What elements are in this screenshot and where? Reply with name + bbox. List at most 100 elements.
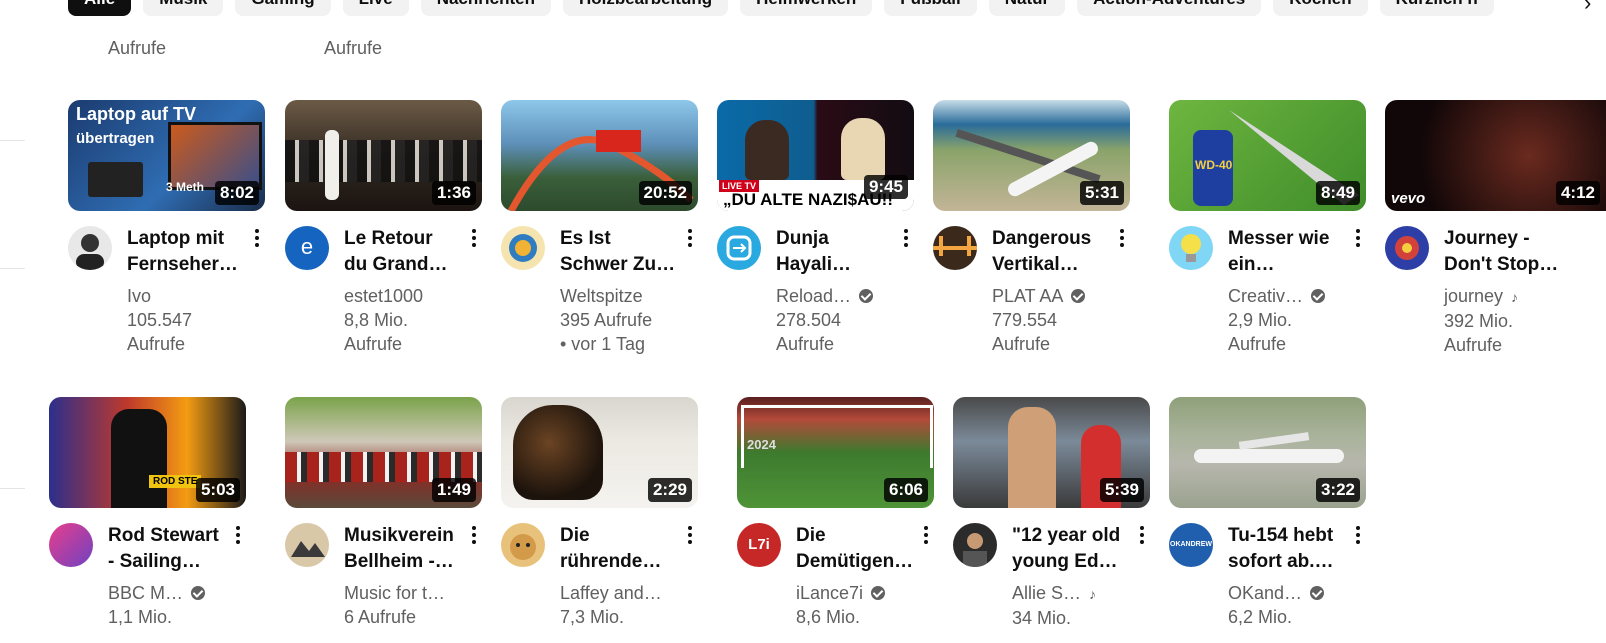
- chip-woodworking[interactable]: Holzbearbeitung: [562, 0, 729, 16]
- chip-recent[interactable]: Kürzlich h: [1379, 0, 1494, 16]
- video-card[interactable]: 2024 6:06 L7i Die Demütigen… iLance7i 8,6…: [737, 397, 934, 627]
- channel-name[interactable]: OKand…: [1228, 583, 1302, 603]
- video-title[interactable]: "12 year old young Ed…: [1012, 523, 1132, 575]
- chip-all[interactable]: Alle: [68, 0, 132, 16]
- more-actions-icon[interactable]: [234, 523, 242, 549]
- video-title[interactable]: Laptop mit Fernseher…: [127, 226, 247, 278]
- video-card[interactable]: LIVE TV „DU ALTE NAZI$AU!! 9:45 Dunja Hay…: [717, 100, 914, 354]
- video-card[interactable]: ROD STE 5:03 Rod Stewart - Sailing… BBC M…: [49, 397, 246, 627]
- channel-avatar[interactable]: [933, 226, 977, 270]
- video-title[interactable]: Dangerous Vertikal…: [992, 226, 1112, 278]
- video-title[interactable]: Die rührende…: [560, 523, 680, 575]
- channel-avatar[interactable]: OKANDREW: [1169, 523, 1213, 567]
- person-shape: [841, 118, 885, 180]
- more-actions-icon[interactable]: [686, 523, 694, 549]
- video-duration: 5:39: [1099, 478, 1144, 502]
- video-thumbnail[interactable]: 2:29: [501, 397, 698, 508]
- channel-avatar[interactable]: e: [285, 226, 329, 270]
- channel-avatar[interactable]: [285, 523, 329, 567]
- video-title[interactable]: Le Retour du Grand…: [344, 226, 464, 278]
- channel-name[interactable]: Music for t…: [344, 581, 474, 605]
- video-thumbnail[interactable]: 1:36: [285, 100, 482, 211]
- video-card[interactable]: vevo 4:12 Journey - Don't Stop… journey ♪ …: [1385, 100, 1606, 355]
- channel-name[interactable]: journey: [1444, 286, 1503, 306]
- video-card[interactable]: 1:49 Musikverein Bellheim -… Music for t……: [285, 397, 482, 627]
- more-actions-icon[interactable]: [902, 226, 910, 252]
- video-card[interactable]: 5:31 Dangerous Vertikal… PLAT AA 779.554 …: [933, 100, 1130, 354]
- channel-name[interactable]: estet1000: [344, 284, 474, 308]
- channel-avatar[interactable]: [717, 226, 761, 270]
- chip-news[interactable]: Nachrichten: [420, 0, 551, 16]
- channel-avatar[interactable]: [49, 523, 93, 567]
- channel-name[interactable]: PLAT AA: [992, 286, 1063, 306]
- video-card[interactable]: 1:36 e Le Retour du Grand… estet1000 8,8 …: [285, 100, 482, 354]
- channel-name[interactable]: Reload…: [776, 286, 851, 306]
- video-thumbnail[interactable]: 5:39: [953, 397, 1150, 508]
- video-thumbnail[interactable]: ROD STE 5:03: [49, 397, 246, 508]
- video-thumbnail[interactable]: 2024 6:06: [737, 397, 934, 508]
- chip-live[interactable]: Live: [342, 0, 409, 16]
- video-card[interactable]: 20:52 Es Ist Schwer Zu… Weltspitze 395 Au…: [501, 100, 698, 354]
- video-thumbnail[interactable]: 1:49: [285, 397, 482, 508]
- chevron-right-icon[interactable]: ›: [1584, 0, 1591, 16]
- video-card[interactable]: Laptop auf TV übertragen 3 Meth 8:02 Lap…: [68, 100, 265, 354]
- video-thumbnail[interactable]: WD-40 8:49: [1169, 100, 1366, 211]
- video-thumbnail[interactable]: LIVE TV „DU ALTE NAZI$AU!! 9:45: [717, 100, 914, 211]
- video-card[interactable]: 3:22 OKANDREW Tu-154 hebt sofort ab.… OKa…: [1169, 397, 1366, 627]
- channel-name[interactable]: Laffey and…: [560, 581, 690, 605]
- video-title[interactable]: Es Ist Schwer Zu…: [560, 226, 680, 278]
- more-actions-icon[interactable]: [470, 523, 478, 549]
- channel-name[interactable]: iLance7i: [796, 583, 863, 603]
- more-actions-icon[interactable]: [470, 226, 478, 252]
- video-title[interactable]: Tu-154 hebt sofort ab.…: [1228, 523, 1348, 575]
- chip-cooking[interactable]: Kochen: [1273, 0, 1368, 16]
- more-actions-icon[interactable]: [922, 523, 930, 549]
- channel-name[interactable]: Weltspitze: [560, 284, 690, 308]
- channel-avatar[interactable]: [68, 226, 112, 270]
- view-count: 105.547: [127, 310, 193, 330]
- video-title[interactable]: Journey - Don't Stop…: [1444, 226, 1564, 278]
- channel-avatar[interactable]: [1169, 226, 1213, 270]
- video-card[interactable]: 5:39 "12 year old young Ed… Allie S… ♪ 34 …: [953, 397, 1150, 628]
- video-thumbnail[interactable]: Laptop auf TV übertragen 3 Meth 8:02: [68, 100, 265, 211]
- channel-avatar[interactable]: [501, 226, 545, 270]
- video-card[interactable]: 2:29 Die rührende… Laffey and… 7,3 Mio.: [501, 397, 698, 627]
- channel-name[interactable]: Ivo: [127, 284, 257, 308]
- chip-football[interactable]: Fußball: [884, 0, 977, 16]
- channel-avatar[interactable]: [1385, 226, 1429, 270]
- chip-nature[interactable]: Natur: [988, 0, 1066, 16]
- video-duration: 1:49: [431, 478, 476, 502]
- channel-avatar[interactable]: L7i: [737, 523, 781, 567]
- chip-music[interactable]: Musik: [143, 0, 224, 16]
- video-title[interactable]: Messer wie ein…: [1228, 226, 1348, 278]
- chip-gaming[interactable]: Gaming: [235, 0, 331, 16]
- view-count-suffix: Aufrufe: [1444, 335, 1503, 355]
- more-actions-icon[interactable]: [686, 226, 694, 252]
- channel-avatar[interactable]: [501, 523, 545, 567]
- video-card[interactable]: WD-40 8:49 Messer wie ein… Creativ… 2,9 M…: [1169, 100, 1366, 354]
- video-duration: 2:29: [647, 478, 692, 502]
- more-actions-icon[interactable]: [1354, 226, 1362, 252]
- video-duration: 5:03: [195, 478, 240, 502]
- video-title[interactable]: Rod Stewart - Sailing…: [108, 523, 228, 575]
- video-thumbnail[interactable]: vevo 4:12: [1385, 100, 1606, 211]
- view-count: 8,8 Mio.: [344, 310, 409, 330]
- channel-name[interactable]: BBC M…: [108, 583, 183, 603]
- chip-diy[interactable]: Heimwerken: [740, 0, 873, 16]
- video-title[interactable]: Dunja Hayali…: [776, 226, 896, 278]
- video-title[interactable]: Musikverein Bellheim -…: [344, 523, 464, 575]
- channel-name[interactable]: Allie S…: [1012, 583, 1081, 603]
- video-title[interactable]: Die Demütigen…: [796, 523, 916, 575]
- video-thumbnail[interactable]: 20:52: [501, 100, 698, 211]
- channel-avatar[interactable]: [953, 523, 997, 567]
- channel-name[interactable]: Creativ…: [1228, 286, 1303, 306]
- video-duration: 5:31: [1079, 181, 1124, 205]
- chip-action-adventure[interactable]: Action-Adventures: [1077, 0, 1262, 16]
- more-actions-icon[interactable]: [1138, 523, 1146, 549]
- video-thumbnail[interactable]: 5:31: [933, 100, 1130, 211]
- more-actions-icon[interactable]: [1118, 226, 1126, 252]
- video-thumbnail[interactable]: 3:22: [1169, 397, 1366, 508]
- more-actions-icon[interactable]: [1354, 523, 1362, 549]
- more-actions-icon[interactable]: [253, 226, 261, 252]
- video-duration: 8:02: [214, 181, 259, 205]
